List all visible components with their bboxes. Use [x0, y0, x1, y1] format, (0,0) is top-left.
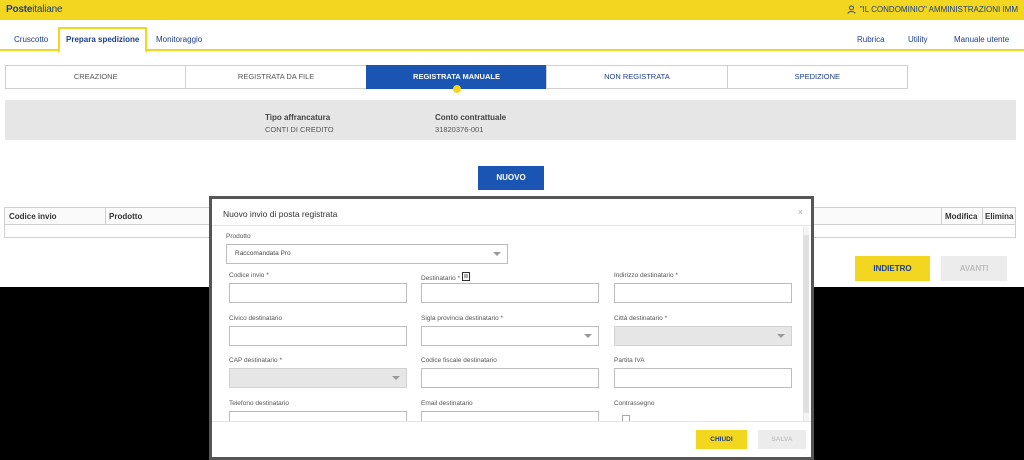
prodotto-label: Prodotto [226, 233, 251, 240]
conto-contrattuale-label: Conto contrattuale [435, 113, 507, 122]
email-label: Email destinatario [421, 400, 473, 407]
indietro-button[interactable]: INDIETRO [855, 256, 930, 281]
page: Posteitaliane "IL CONDOMINIO" AMMINISTRA… [0, 0, 1024, 460]
codice-invio-input[interactable] [229, 283, 407, 303]
user-icon [847, 5, 856, 14]
step-tabs: CREAZIONE REGISTRATA DA FILE REGISTRATA … [5, 65, 909, 93]
nuovo-button[interactable]: NUOVO [478, 166, 544, 190]
chevron-down-icon [777, 334, 785, 338]
step-non-registrata-label: NON REGISTRATA [604, 72, 670, 81]
step-registrata-manuale-label: REGISTRATA MANUALE [413, 72, 500, 81]
tab-cruscotto[interactable]: Cruscotto [14, 28, 48, 51]
link-utility[interactable]: Utility [908, 35, 928, 44]
modal-body: Prodotto Raccomandata Pro Codice invio *… [212, 227, 811, 421]
codice-fiscale-input[interactable] [421, 368, 599, 388]
modal-footer: CHIUDI SALVA [212, 421, 811, 457]
tipo-affrancatura-label: Tipo affrancatura [265, 113, 331, 122]
link-rubrica[interactable]: Rubrica [857, 35, 885, 44]
main-nav: Cruscotto Prepara spedizione Monitoraggi… [0, 20, 1024, 53]
column-divider [982, 208, 983, 224]
cap-select[interactable] [229, 368, 407, 388]
step-registrata-da-file[interactable]: REGISTRATA DA FILE [185, 65, 367, 89]
codice-fiscale-label: Codice fiscale destinatario [421, 357, 497, 364]
civico-input[interactable] [229, 326, 407, 346]
destinatario-label: Destinatario * [421, 272, 471, 283]
citta-label: Città destinatario * [614, 315, 668, 322]
tab-prepara-spedizione[interactable]: Prepara spedizione [58, 27, 148, 53]
active-step-indicator [452, 85, 461, 93]
tipo-affrancatura: Tipo affrancatura CONTI DI CREDITO [265, 113, 334, 134]
chevron-down-icon [493, 252, 501, 256]
step-spedizione[interactable]: SPEDIZIONE [726, 65, 909, 89]
step-creazione[interactable]: CREAZIONE [5, 65, 187, 89]
indirizzo-input[interactable] [614, 283, 792, 303]
address-book-icon[interactable] [462, 272, 471, 283]
logo-bold-text: Poste [6, 4, 33, 15]
tab-monitoraggio[interactable]: Monitoraggio [156, 28, 202, 51]
chiudi-button[interactable]: CHIUDI [696, 430, 747, 449]
codice-invio-label: Codice invio * [229, 272, 269, 279]
destinatario-input[interactable] [421, 283, 599, 303]
modal-scrollbar-thumb[interactable] [803, 235, 809, 413]
telefono-input[interactable] [229, 411, 407, 421]
step-creazione-label: CREAZIONE [73, 72, 118, 81]
step-registrata-da-file-label: REGISTRATA DA FILE [237, 72, 315, 81]
nuovo-invio-modal: Nuovo invio di posta registrata × Prodot… [209, 196, 814, 460]
tipo-affrancatura-value: CONTI DI CREDITO [265, 125, 334, 134]
modal-title: Nuovo invio di posta registrata [223, 209, 338, 219]
avanti-button[interactable]: AVANTI [941, 256, 1007, 281]
top-bar: Posteitaliane "IL CONDOMINIO" AMMINISTRA… [0, 0, 1024, 20]
cap-label: CAP destinatario * [229, 357, 282, 364]
prodotto-select[interactable]: Raccomandata Pro [226, 244, 508, 264]
contrassegno-label: Contrassegno [614, 400, 655, 407]
destinatario-label-text: Destinatario * [421, 275, 461, 282]
info-panel: Tipo affrancatura CONTI DI CREDITO Conto… [5, 100, 1016, 140]
conto-contrattuale-value: 31820376-001 [435, 125, 484, 134]
col-codice-invio: Codice invio [9, 212, 57, 221]
column-divider [941, 208, 942, 224]
telefono-label: Telefono destinatario [229, 400, 289, 407]
close-icon[interactable]: × [798, 207, 803, 217]
sigla-provincia-label: Sigla provincia destinatario * [421, 315, 504, 322]
col-modifica: Modifica [945, 212, 978, 221]
civico-label: Civico destinatario [229, 315, 283, 322]
indirizzo-label: Indirizzo destinatario * [614, 272, 678, 279]
step-spedizione-label: SPEDIZIONE [794, 72, 841, 81]
chevron-down-icon [392, 376, 400, 380]
salva-button[interactable]: SALVA [758, 430, 806, 449]
citta-select[interactable] [614, 326, 792, 346]
partita-iva-input[interactable] [614, 368, 792, 388]
step-registrata-manuale[interactable]: REGISTRATA MANUALE [365, 65, 548, 93]
user-label: "IL CONDOMINIO" AMMINISTRAZIONI IMM [859, 5, 1018, 14]
conto-contrattuale: Conto contrattuale 31820376-001 [435, 113, 506, 134]
chevron-down-icon [584, 334, 592, 338]
link-manuale-utente[interactable]: Manuale utente [954, 35, 1009, 44]
sigla-provincia-select[interactable] [421, 326, 599, 346]
partita-iva-label: Partita IVA [614, 357, 645, 364]
user-menu[interactable]: "IL CONDOMINIO" AMMINISTRAZIONI IMM [847, 5, 1018, 14]
col-prodotto: Prodotto [109, 212, 143, 221]
col-elimina: Elimina [985, 212, 1014, 221]
step-non-registrata[interactable]: NON REGISTRATA [546, 65, 728, 89]
logo-light-text: italiane [32, 4, 63, 15]
modal-header: Nuovo invio di posta registrata × [212, 199, 811, 226]
posteitaliane-logo[interactable]: Posteitaliane [6, 4, 63, 15]
prodotto-selected-value: Raccomandata Pro [235, 250, 291, 257]
email-input[interactable] [421, 411, 599, 421]
column-divider [105, 208, 106, 224]
